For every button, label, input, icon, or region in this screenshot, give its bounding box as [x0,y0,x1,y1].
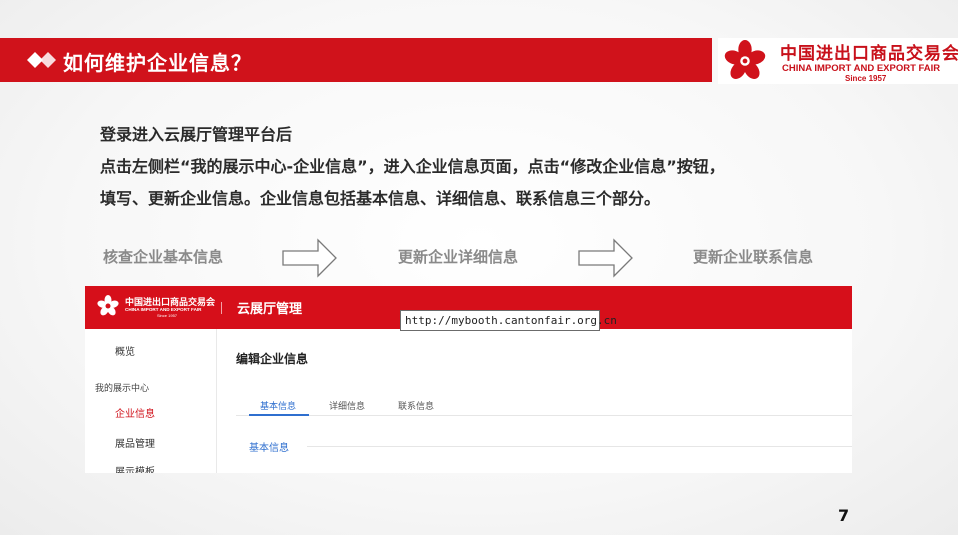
right-arrow-icon [578,238,633,278]
step-verify-basic-info: 核查企业基本信息 [103,248,224,266]
brand-name-cn: 中国进出口商品交易会 [780,44,958,64]
active-tab-indicator [249,414,309,416]
tab-detail-info[interactable]: 详细信息 [329,399,365,412]
sidebar-item-overview[interactable]: 概览 [115,343,135,358]
section-divider [307,446,852,447]
intro-line-1: 登录进入云展厅管理平台后 [100,125,293,144]
edit-company-info-title: 编辑企业信息 [236,352,309,366]
brand-name-en: CHINA IMPORT AND EXPORT FAIR [782,63,941,74]
header-divider [221,302,222,314]
tab-contact-info[interactable]: 联系信息 [398,399,434,412]
canton-fair-flower-icon [97,295,119,316]
canton-fair-flower-icon [724,40,766,79]
intro-line-2: 点击左侧栏“我的展示中心-企业信息”，进入企业信息页面，点击“修改企业信息”按钮… [100,157,725,176]
brand-since: Since 1957 [845,74,887,83]
intro-text: 登录进入云展厅管理平台后 点击左侧栏“我的展示中心-企业信息”，进入企业信息页面… [100,119,880,215]
sidebar-item-products[interactable]: 展品管理 [115,435,155,450]
intro-line-3: 填写、更新企业信息。企业信息包括基本信息、详细信息、联系信息三个部分。 [100,189,661,208]
platform-brand-en: CHINA IMPORT AND EXPORT FAIR [125,307,202,312]
platform-app-name[interactable]: 云展厅管理 [237,298,302,317]
right-arrow-icon [282,238,337,278]
step-update-contact-info: 更新企业联系信息 [693,248,814,266]
step-update-detail-info: 更新企业详细信息 [398,248,519,266]
sidebar-group-my-showcase: 我的展示中心 [95,384,150,394]
tab-basic-info[interactable]: 基本信息 [260,399,296,412]
canton-fair-logo: 中国进出口商品交易会 CHINA IMPORT AND EXPORT FAIR … [718,38,958,84]
slide-title: 如何维护企业信息？ [63,51,252,75]
sidebar-item-template[interactable]: 展示模板 [115,463,155,473]
url-callout[interactable]: http://mybooth.cantonfair.org.cn [400,310,617,331]
platform-brand-since: Since 1957 [157,313,178,318]
slide-title-band: 如何维护企业信息？ [0,38,712,82]
platform-sidebar: 概览 我的展示中心 企业信息 展品管理 展示模板 [85,329,217,473]
section-basic-info-label: 基本信息 [249,443,289,454]
page-number: 7 [838,506,850,525]
tabs-divider [236,415,852,416]
diamond-bullet-icon [27,52,56,68]
sidebar-item-company-info[interactable]: 企业信息 [115,405,155,420]
